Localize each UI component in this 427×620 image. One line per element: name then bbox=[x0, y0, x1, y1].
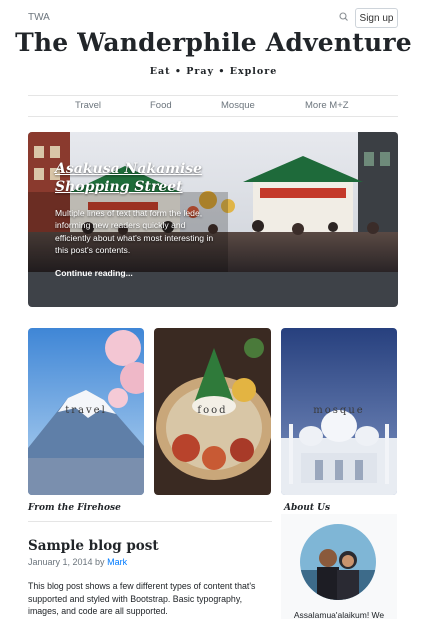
signup-button[interactable]: Sign up bbox=[355, 8, 398, 28]
category-label-mosque: mosque bbox=[313, 405, 365, 416]
site-title[interactable]: The Wanderphile Adventure bbox=[0, 28, 427, 57]
nav-item-mosque[interactable]: Mosque bbox=[221, 100, 255, 111]
nav-item-more[interactable]: More M+Z bbox=[305, 100, 349, 111]
category-label-food: food bbox=[197, 405, 228, 416]
category-nav: Travel Food Mosque More M+Z bbox=[28, 100, 398, 116]
category-label-travel: travel bbox=[65, 405, 107, 416]
category-card-mosque[interactable]: mosque bbox=[281, 328, 397, 495]
featured-title-line-1[interactable]: Asakusa Nakamise bbox=[55, 161, 202, 177]
post-author-link[interactable]: Mark bbox=[107, 557, 127, 567]
nav-bottom-divider bbox=[28, 116, 398, 117]
avatar bbox=[300, 524, 376, 600]
site-tagline: Eat • Pray • Explore bbox=[149, 66, 278, 77]
section-title: From the Firehose bbox=[28, 503, 121, 513]
post-date: January 1, 2014 by bbox=[28, 557, 105, 567]
section-divider bbox=[28, 521, 272, 522]
about-title: About Us bbox=[284, 503, 331, 513]
search-icon[interactable] bbox=[337, 10, 351, 24]
nav-item-travel[interactable]: Travel bbox=[75, 100, 101, 111]
post-body: This blog post shows a few different typ… bbox=[28, 581, 256, 616]
category-card-food[interactable]: food bbox=[154, 328, 271, 495]
featured-post[interactable]: Asakusa Nakamise Shopping Street Multipl… bbox=[28, 132, 398, 307]
featured-lede: Multiple lines of text that form the led… bbox=[55, 208, 214, 255]
continue-reading-link[interactable]: Continue reading... bbox=[55, 268, 133, 278]
brand-link[interactable]: TWA bbox=[28, 12, 50, 23]
post-title[interactable]: Sample blog post bbox=[28, 538, 159, 554]
category-card-travel[interactable]: travel bbox=[28, 328, 144, 495]
post-meta: January 1, 2014 by Mark bbox=[28, 557, 127, 567]
featured-title[interactable]: Asakusa Nakamise Shopping Street bbox=[55, 160, 245, 196]
nav-item-food[interactable]: Food bbox=[150, 100, 172, 111]
featured-title-line-2[interactable]: Shopping Street bbox=[55, 179, 183, 195]
nav-top-divider bbox=[28, 95, 398, 96]
